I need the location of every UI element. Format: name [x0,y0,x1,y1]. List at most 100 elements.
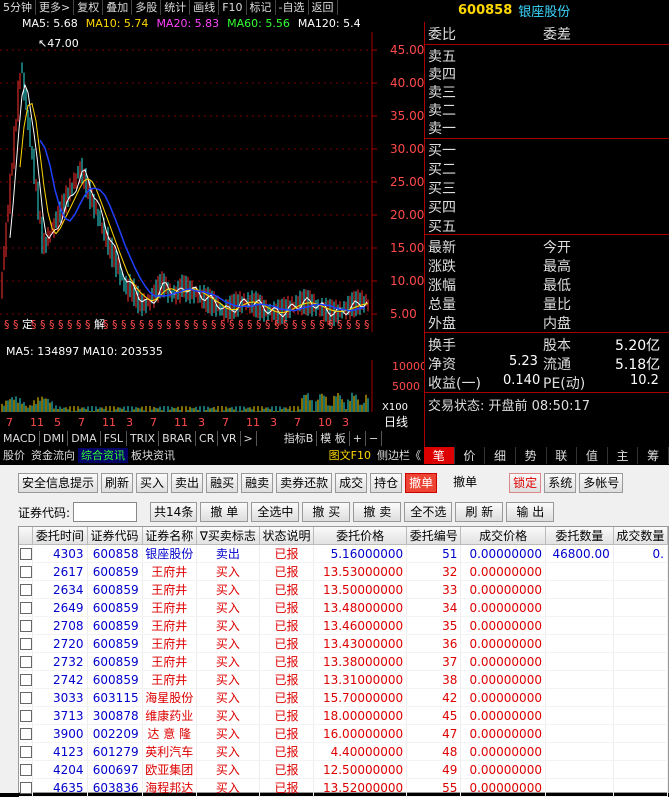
action-btn-5[interactable]: 刷 新 [455,502,504,522]
event-mark[interactable]: § [139,318,145,331]
action-btn-0[interactable]: 撤 单 [200,502,249,522]
trade-btn-0[interactable]: 安全信息提示 [18,473,99,493]
table-row[interactable]: 4303 600858 银座股份 卖出 已报 5.16000000 51 0.00000000… [19,544,669,563]
bottom-tab-1[interactable]: 资金流向 [28,448,78,463]
event-mark[interactable]: § [364,318,370,331]
action-btn-3[interactable]: 撤 卖 [353,502,402,522]
indicator-tab-3[interactable]: FSL [101,431,127,446]
trade-btn-1[interactable]: 刷新 [101,473,134,493]
event-mark[interactable]: § [247,318,253,331]
table-row[interactable]: 2732 600859 王府井 买入 已报 13.38000000 37 0.00000000 [19,652,669,671]
row-checkbox-cell[interactable] [19,742,34,761]
quote-tab-2[interactable]: 细 [485,447,516,464]
event-mark[interactable]: § [301,318,307,331]
event-mark[interactable]: § [346,318,352,331]
indicator-tab-8[interactable]: > [241,431,257,446]
indicator-tab-11[interactable]: + [350,431,367,446]
event-mark[interactable]: § [292,318,298,331]
event-mark[interactable]: § [229,318,235,331]
toolbar-item-9[interactable]: -自选 [276,0,309,15]
trade-btn-8[interactable]: 持仓 [370,473,403,493]
toolbar-item-3[interactable]: 叠加 [103,0,133,15]
table-row[interactable]: 3713 300878 维康药业 买入 已报 18.00000000 45 0.0000000… [19,706,669,725]
table-row[interactable]: 3900 002209 达 意 隆买入 已报 16.00000000 47 0.000000… [19,724,669,743]
row-checkbox-cell[interactable] [19,598,34,617]
event-mark[interactable]: § [157,318,163,331]
table-row[interactable]: 2708 600859 王府井 买入 已报 13.46000000 35 0.00000000 [19,616,669,635]
toolbar-item-7[interactable]: F10 [219,0,247,15]
event-mark[interactable]: § [58,318,64,331]
col-header-6[interactable]: 委托编号 [406,527,462,545]
row-checkbox-cell[interactable] [19,652,34,671]
trade-btn-9[interactable]: 撤单 [405,473,438,493]
event-mark[interactable]: § [337,318,343,331]
row-checkbox[interactable] [19,782,32,794]
trade-btn-12[interactable]: 系统 [544,473,577,493]
row-checkbox-cell[interactable] [19,760,34,779]
indicator-tab-7[interactable]: VR [218,431,241,446]
code-input[interactable] [73,502,138,522]
bottom-tab-0[interactable]: 股价 [0,448,28,463]
event-mark[interactable]: § [319,318,325,331]
col-header-5[interactable]: 委托价格 [313,527,408,545]
quote-tab-0[interactable]: 笔 [424,447,455,464]
event-mark[interactable]: § [175,318,181,331]
trade-btn-6[interactable]: 卖券还款 [276,473,333,493]
col-header-0[interactable]: 委托时间 [32,527,88,545]
indicator-tab-5[interactable]: BRAR [159,431,197,446]
col-header-9[interactable]: 成交数量 [613,527,669,545]
trade-btn-4[interactable]: 融买 [206,473,239,493]
table-row[interactable]: 2649 600859 王府井 买入 已报 13.48000000 34 0.00000000 [19,598,669,617]
table-row[interactable]: 3033 603115 海星股份 买入 已报 15.70000000 42 0.0000000… [19,688,669,707]
trade-btn-7[interactable]: 成交 [335,473,368,493]
action-btn-6[interactable]: 输 出 [506,502,555,522]
event-mark[interactable]: § [112,318,118,331]
toolbar-item-4[interactable]: 多股 [132,0,162,15]
event-mark[interactable]: § [283,318,289,331]
quote-tab-5[interactable]: 值 [577,447,608,464]
table-row[interactable]: 4635 603836 海程邦达 买入 已报 13.52000000 55 0.0000000… [19,778,669,797]
row-checkbox[interactable] [19,746,32,758]
indicator-tab-10[interactable]: 模 板 [317,431,350,446]
row-checkbox-cell[interactable] [19,580,34,599]
indicator-tab-2[interactable]: DMA [68,431,101,446]
row-checkbox[interactable] [19,692,32,704]
row-checkbox[interactable] [19,656,32,668]
indicator-tab-0[interactable]: MACD [0,431,40,446]
row-checkbox-cell[interactable] [19,670,34,689]
event-mark[interactable]: § [4,318,10,331]
event-mark[interactable]: § [238,318,244,331]
table-row[interactable]: 2742 600859 王府井 买入 已报 13.31000000 38 0.00000000 [19,670,669,689]
indicator-tab-12[interactable]: − [366,431,383,446]
kline-chart[interactable]: 45.00 40.00 35.00 30.00 25.00 20.00 15.00 10.00… [0,32,424,332]
event-mark[interactable]: § [310,318,316,331]
event-mark[interactable]: § [31,318,37,331]
indicator-tab-6[interactable]: CR [196,431,219,446]
toolbar-item-5[interactable]: 统计 [161,0,191,15]
event-mark[interactable]: § [40,318,46,331]
quote-tab-4[interactable]: 联 [547,447,578,464]
row-checkbox-cell[interactable] [19,544,34,563]
row-checkbox-cell[interactable] [19,706,34,725]
trade-btn-5[interactable]: 融卖 [241,473,274,493]
bottom-tab-3[interactable]: 板块资讯 [128,448,178,463]
row-checkbox[interactable] [19,584,32,596]
action-btn-2[interactable]: 撤 买 [302,502,351,522]
event-mark[interactable]: § [355,318,361,331]
action-btn-4[interactable]: 全不选 [404,502,453,522]
toolbar-item-2[interactable]: 复权 [74,0,104,15]
row-checkbox-cell[interactable] [19,688,34,707]
toolbar-item-6[interactable]: 画线 [190,0,220,15]
event-mark[interactable]: § [274,318,280,331]
table-row[interactable]: 2720 600859 王府井 买入 已报 13.43000000 36 0.00000000 [19,634,669,653]
event-mark[interactable]: § [76,318,82,331]
row-checkbox-cell[interactable] [19,634,34,653]
trade-btn-2[interactable]: 买入 [136,473,169,493]
row-checkbox[interactable] [19,710,32,722]
event-mark[interactable]: § [166,318,172,331]
event-mark[interactable]: § [49,318,55,331]
event-mark[interactable]: § [184,318,190,331]
toolbar-item-1[interactable]: 更多> [36,0,75,15]
bottom-tab-4[interactable]: 图文F10 [326,448,374,463]
period-label[interactable]: 日线 [384,415,408,429]
